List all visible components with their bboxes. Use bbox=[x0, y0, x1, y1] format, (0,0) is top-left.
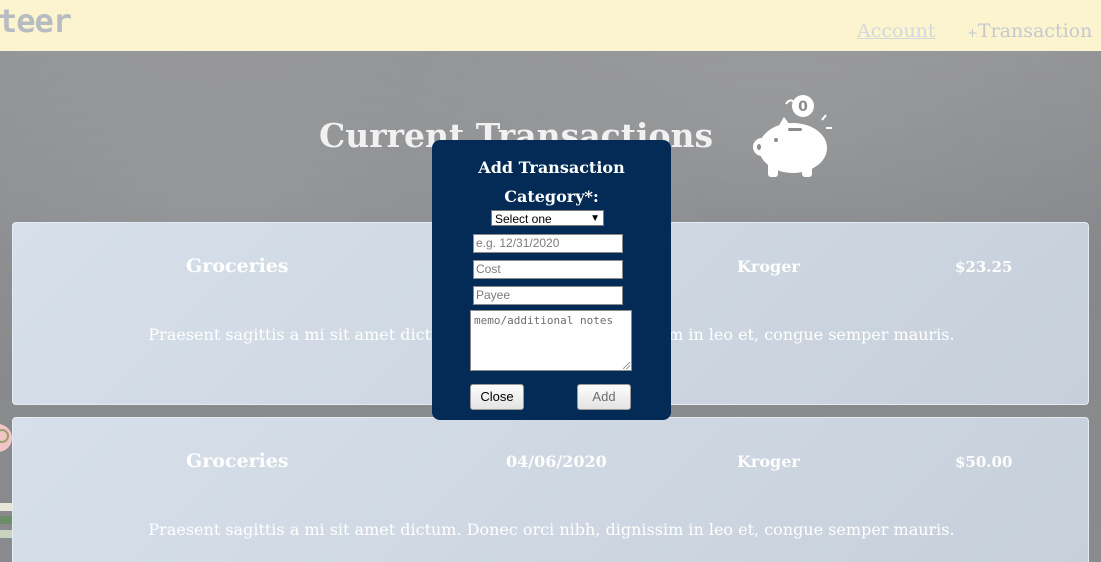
transaction-payee: Kroger bbox=[737, 452, 800, 471]
memo-textarea[interactable]: memo/additional notes bbox=[470, 310, 632, 371]
category-label: Category*: bbox=[504, 187, 599, 206]
brand-logo-text[interactable]: teer bbox=[0, 2, 72, 40]
piggy-bank-icon: 0 bbox=[753, 95, 832, 177]
transaction-payee: Kroger bbox=[737, 257, 800, 276]
memo-placeholder: memo/additional notes bbox=[474, 314, 614, 327]
category-select[interactable]: Select one ▼ bbox=[491, 210, 604, 226]
transaction-memo: Praesent sagittis a mi sit amet dictum. … bbox=[148, 520, 955, 539]
transaction-cost: $50.00 bbox=[955, 453, 1013, 471]
nav-add-transaction-link[interactable]: +Transaction bbox=[967, 20, 1092, 42]
transaction-card[interactable]: Groceries 04/06/2020 Kroger $50.00 Praes… bbox=[12, 417, 1089, 562]
category-select-value: Select one bbox=[495, 212, 552, 226]
dropdown-arrow-icon: ▼ bbox=[590, 213, 600, 224]
transaction-category: Groceries bbox=[186, 255, 289, 277]
cost-input[interactable]: Cost bbox=[473, 260, 623, 279]
transaction-category: Groceries bbox=[186, 450, 289, 472]
add-transaction-modal: Add Transaction Category*: Select one ▼ … bbox=[432, 140, 671, 420]
close-button[interactable]: Close bbox=[470, 384, 524, 410]
transaction-cost: $23.25 bbox=[955, 258, 1013, 276]
plus-icon: + bbox=[967, 26, 978, 41]
transaction-date: 04/06/2020 bbox=[506, 452, 607, 471]
piggy-coin-text: 0 bbox=[798, 99, 808, 115]
resize-grip-icon[interactable] bbox=[623, 362, 630, 369]
top-navigation-bar: teer Account +Transaction bbox=[0, 0, 1101, 51]
nav-transaction-label: Transaction bbox=[977, 20, 1093, 42]
decorative-illustration-edge bbox=[0, 408, 12, 558]
modal-title: Add Transaction bbox=[478, 158, 625, 177]
date-input[interactable]: e.g. 12/31/2020 bbox=[473, 234, 623, 253]
payee-input[interactable]: Payee bbox=[473, 286, 623, 305]
add-button[interactable]: Add bbox=[577, 384, 631, 410]
nav-account-link[interactable]: Account bbox=[857, 20, 936, 42]
